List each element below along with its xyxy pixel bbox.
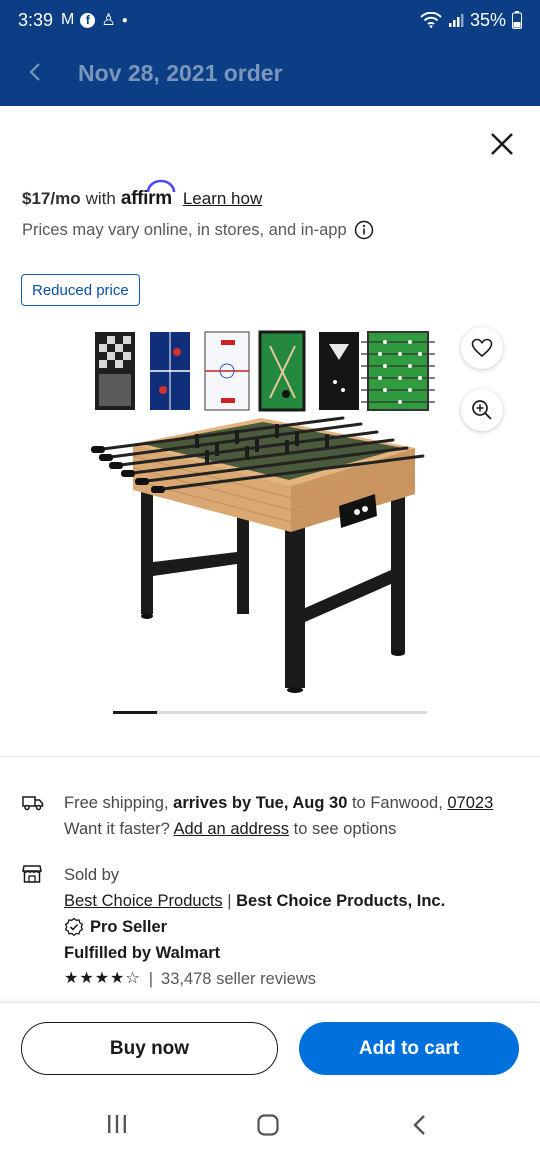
gmail-icon: M (61, 11, 75, 28)
heart-icon (471, 338, 493, 358)
arrival-date: arrives by Tue, Aug 30 (173, 794, 348, 812)
facebook-icon: f (80, 12, 96, 28)
chevron-left-icon (29, 62, 40, 81)
fulfilled-label: Fulfilled by Walmart (64, 944, 221, 962)
product-sheet: $17/mo with affirm Learn how Prices may … (0, 106, 540, 1158)
wifi-icon (420, 12, 442, 28)
seller-separator: | (222, 892, 237, 910)
status-bar: 3:39 M f ♙ ● 35% (0, 0, 540, 40)
seller-link[interactable]: Best Choice Products (64, 892, 223, 910)
affirm-with-text: with (85, 189, 116, 208)
nav-back-icon[interactable] (412, 1114, 426, 1136)
buy-now-button[interactable]: Buy now (21, 1022, 278, 1075)
seller-reviews-count[interactable]: 33,478 seller reviews (161, 966, 316, 992)
price-notice-text: Prices may vary online, in stores, and i… (22, 220, 347, 239)
affirm-logo: affirm (121, 179, 176, 210)
truck-icon (22, 796, 44, 811)
rating-stars: ★★★★☆ (64, 970, 141, 987)
app-header: Nov 28, 2021 order (0, 40, 540, 106)
sold-by-label: Sold by (64, 866, 120, 884)
shipping-prefix: Free shipping, (64, 794, 174, 812)
monthly-price: $17/mo (22, 189, 81, 208)
store-icon (22, 865, 42, 883)
purchase-bar: Buy now Add to cart (0, 1002, 540, 1092)
affirm-financing: $17/mo with affirm Learn how (22, 179, 262, 210)
image-carousel-indicator[interactable] (113, 710, 427, 714)
carousel-active-segment (113, 710, 157, 714)
home-icon[interactable] (257, 1114, 279, 1136)
favorite-button[interactable] (461, 327, 503, 369)
reduced-price-badge: Reduced price (21, 274, 140, 306)
seller-company: Best Choice Products, Inc. (236, 892, 446, 910)
rating-divider: | (148, 970, 154, 988)
divider (0, 756, 540, 757)
price-notice: Prices may vary online, in stores, and i… (22, 220, 374, 240)
battery-icon (512, 11, 522, 29)
see-options-text: to see options (289, 820, 397, 838)
zoom-in-icon (472, 400, 492, 420)
signal-icon (448, 14, 464, 27)
learn-how-link[interactable]: Learn how (183, 189, 262, 209)
zip-code-link[interactable]: 07023 (447, 794, 493, 812)
add-address-link[interactable]: Add an address (173, 820, 289, 838)
back-button[interactable] (0, 58, 70, 89)
seller-info: Sold by Best Choice Products | Best Choi… (22, 862, 522, 992)
notification-icon: ♙ (101, 12, 116, 29)
verified-badge-icon (64, 917, 84, 937)
more-dot-icon: ● (121, 14, 128, 26)
add-to-cart-button[interactable]: Add to cart (299, 1022, 519, 1075)
faster-text: Want it faster? (64, 820, 174, 838)
shipping-info: Free shipping, arrives by Tue, Aug 30 to… (22, 790, 522, 842)
page-title: Nov 28, 2021 order (78, 59, 283, 86)
screen: 3:39 M f ♙ ● 35% Nov 28, 2021 order $17/… (0, 0, 540, 1158)
close-button[interactable] (486, 128, 518, 160)
battery-percent: 35% (469, 9, 506, 30)
shipping-to: to Fanwood, (347, 794, 448, 812)
status-time: 3:39 (18, 9, 54, 30)
recent-apps-icon[interactable] (107, 1114, 127, 1134)
zoom-button[interactable] (461, 389, 503, 431)
system-nav-bar (0, 1092, 540, 1158)
product-image[interactable] (85, 326, 445, 696)
close-icon (491, 133, 513, 155)
info-icon[interactable] (354, 220, 374, 240)
pro-seller-label: Pro Seller (90, 918, 168, 936)
